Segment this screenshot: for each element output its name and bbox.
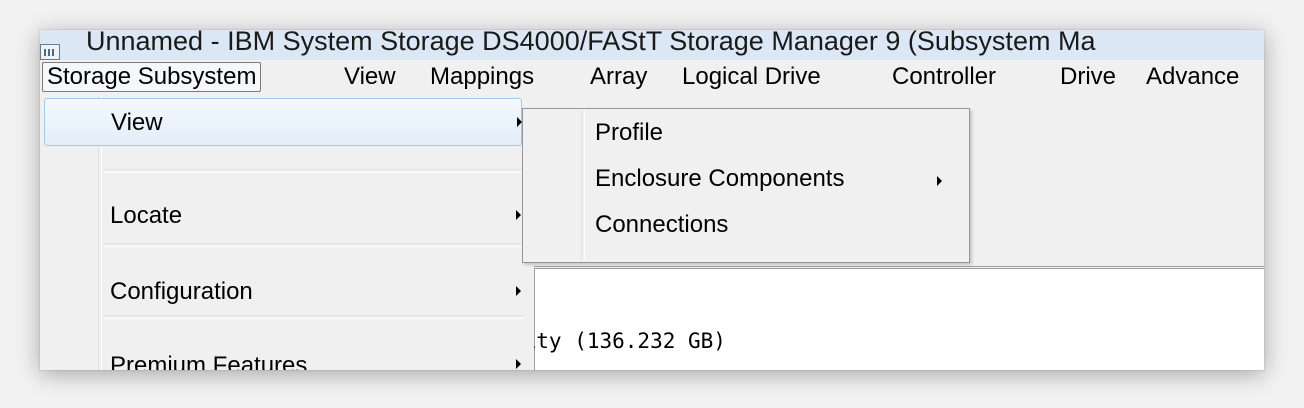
menu-controller[interactable]: Controller (888, 62, 1000, 92)
menu-item-premium-features[interactable]: Premium Features (44, 332, 522, 370)
window-title: Unnamed - IBM System Storage DS4000/FASt… (86, 30, 1096, 56)
menu-item-locate-label: Locate (110, 202, 183, 229)
menu-array[interactable]: Array (586, 62, 651, 92)
submenu-item-connections[interactable]: Connections (525, 205, 967, 249)
profile-text-area[interactable]: city (136.232 GB) (511, 268, 1264, 370)
menu-storage-subsystem[interactable]: Storage Subsystem (42, 62, 262, 92)
submenu-arrow-icon (516, 359, 521, 369)
menu-item-locate[interactable]: Locate (44, 202, 522, 264)
app-window: Unnamed - IBM System Storage DS4000/FASt… (40, 30, 1264, 370)
app-icon[interactable] (40, 44, 60, 60)
storage-subsystem-dropdown: View Locate Configuration Premium Featur… (40, 96, 534, 370)
menu-logical-drive[interactable]: Logical Drive (678, 62, 825, 92)
submenu-arrow-icon (516, 286, 521, 296)
menu-bar: Storage Subsystem View Mappings Array Lo… (40, 60, 1264, 96)
submenu-item-connections-label: Connections (595, 211, 729, 238)
submenu-item-enclosure-components[interactable]: Enclosure Components (525, 159, 967, 203)
menu-item-view[interactable]: View (44, 98, 522, 146)
menu-mappings[interactable]: Mappings (426, 62, 538, 92)
pane-divider (520, 266, 1264, 267)
menu-view[interactable]: View (340, 62, 400, 92)
submenu-item-enclosure-components-label: Enclosure Components (595, 165, 845, 192)
menu-drive[interactable]: Drive (1056, 62, 1120, 92)
submenu-arrow-icon (516, 210, 521, 220)
menu-item-view-label: View (111, 109, 163, 136)
menu-separator (104, 243, 524, 247)
capacity-text: city (136.232 GB) (511, 329, 726, 353)
menu-separator (104, 169, 524, 173)
submenu-item-profile[interactable]: Profile (525, 113, 967, 157)
menu-item-configuration[interactable]: Configuration (44, 262, 522, 310)
menu-item-premium-features-label: Premium Features (110, 352, 308, 370)
view-submenu: Profile Enclosure Components Connections (522, 108, 970, 263)
submenu-arrow-icon (937, 176, 942, 186)
menu-separator (104, 315, 524, 319)
submenu-item-profile-label: Profile (595, 119, 664, 146)
title-bar: Unnamed - IBM System Storage DS4000/FASt… (40, 30, 1264, 60)
menu-advanced[interactable]: Advance (1142, 62, 1243, 92)
menu-item-configuration-label: Configuration (110, 278, 253, 305)
